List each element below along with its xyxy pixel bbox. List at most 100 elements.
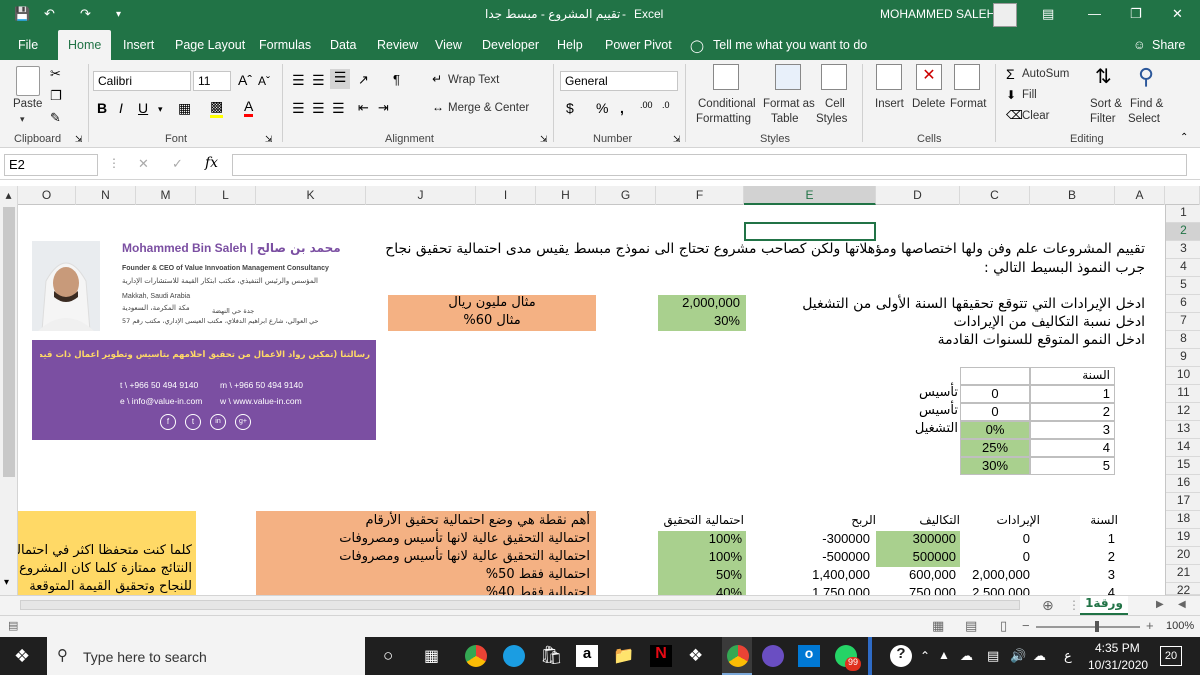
share-button[interactable]: Share [1152,38,1185,52]
clock-date[interactable]: 10/31/2020 [1088,658,1148,672]
borders-icon[interactable]: ▦ [178,100,191,117]
column-header[interactable]: H [536,186,596,205]
table-row-probability[interactable]: 100% [658,531,746,549]
rtl-icon[interactable]: ¶ [393,72,400,87]
select-all-corner[interactable] [1165,186,1200,205]
font-launcher-icon[interactable]: ⇲ [265,134,273,145]
google-plus-icon[interactable]: g+ [235,414,251,430]
row-header[interactable]: 7 [1166,313,1200,331]
table-row-probability[interactable]: 50% [658,567,746,585]
row-header[interactable]: 18 [1166,511,1200,529]
volume-icon[interactable]: 🔊 [1010,648,1026,664]
column-header[interactable]: C [960,186,1030,205]
row-header[interactable]: 21 [1166,565,1200,583]
row-header[interactable]: 6 [1166,295,1200,313]
paste-button[interactable]: Paste [13,98,42,110]
save-icon[interactable]: 💾 [14,6,30,22]
row-header[interactable]: 13 [1166,421,1200,439]
autosum-button[interactable]: AutoSum [1022,68,1069,80]
zoom-out-icon[interactable]: − [1022,618,1030,633]
growth-value[interactable]: 0 [960,403,1030,421]
tab-formulas[interactable]: Formulas [259,38,311,52]
avatar[interactable] [993,3,1017,27]
column-header[interactable]: N [76,186,136,205]
column-header[interactable]: D [876,186,960,205]
row-header[interactable]: 14 [1166,439,1200,457]
row-header[interactable]: 5 [1166,277,1200,295]
cut-icon[interactable]: ✂ [50,66,61,82]
row-header[interactable]: 20 [1166,547,1200,565]
sheet-tab-active[interactable]: ورقة1 [1080,596,1128,615]
copy-icon[interactable]: ❐ [50,88,62,104]
merge-center-button[interactable]: Merge & Center [448,102,529,114]
decrease-decimal-icon[interactable]: .0 [662,100,670,110]
twitter-icon[interactable]: t [185,414,201,430]
conditional-formatting-button[interactable]: Conditional [698,98,756,110]
font-name-select[interactable]: Calibri [93,71,191,91]
column-header[interactable]: F [656,186,744,205]
comma-icon[interactable]: , [620,100,624,116]
growth-value[interactable]: 25% [960,439,1030,457]
column-header[interactable]: B [1030,186,1115,205]
row-header[interactable]: 10 [1166,367,1200,385]
scrollbar-thumb[interactable] [3,207,15,477]
tab-view[interactable]: View [435,38,462,52]
column-header[interactable]: M [136,186,196,205]
underline-dropdown-icon[interactable]: ▾ [158,104,163,115]
scroll-down-icon[interactable]: ▾ [4,577,9,588]
row-header[interactable]: 19 [1166,529,1200,547]
row-header[interactable]: 8 [1166,331,1200,349]
cloud-icon[interactable]: ☁ [1033,648,1046,664]
column-header[interactable]: J [366,186,476,205]
dialog-launcher-icon[interactable]: ⇲ [75,134,83,145]
row-header[interactable]: 16 [1166,475,1200,493]
format-cells-button[interactable]: Format [950,98,986,110]
zoom-slider-thumb[interactable] [1095,621,1099,632]
font-color-icon[interactable]: A [244,98,254,117]
taskbar-search-box[interactable]: ⚲ Type here to search [47,637,365,675]
alignment-launcher-icon[interactable]: ⇲ [540,134,548,145]
file-explorer-icon[interactable]: 📁 [613,646,634,666]
minimize-icon[interactable]: — [1088,6,1101,21]
undo-icon[interactable]: ↶ [44,6,55,22]
row-header[interactable]: 17 [1166,493,1200,511]
network-icon[interactable]: ▤ [987,648,999,664]
growth-value[interactable]: 0% [960,421,1030,439]
find-select-button[interactable]: Find & [1130,98,1163,110]
cortana-icon[interactable]: ○ [383,646,393,666]
language-indicator[interactable]: ع [1064,648,1072,664]
number-launcher-icon[interactable]: ⇲ [673,134,681,145]
table-row-probability[interactable]: 100% [658,549,746,567]
outlook-icon[interactable]: o [798,645,820,667]
tray-app-icon[interactable]: ▲ [938,648,950,662]
enter-icon[interactable]: ✓ [172,156,183,172]
new-sheet-icon[interactable]: ⊕ [1042,597,1054,614]
edge-icon[interactable] [503,645,525,667]
fill-color-icon[interactable]: ▩ [210,98,224,118]
orientation-icon[interactable]: ↗ [358,72,369,88]
chrome-icon[interactable] [465,645,487,667]
italic-icon[interactable]: I [119,100,123,116]
column-header[interactable]: L [196,186,256,205]
decrease-indent-icon[interactable]: ⇤ [358,100,369,116]
help-icon[interactable]: ? [890,645,912,667]
next-sheet-icon[interactable]: ▶ [1156,599,1164,610]
increase-indent-icon[interactable]: ⇥ [378,100,389,116]
amazon-icon[interactable]: a [576,645,598,667]
tab-insert[interactable]: Insert [123,38,154,52]
tab-page-layout[interactable]: Page Layout [175,38,245,52]
user-name[interactable]: MOHAMMED SALEH [880,7,995,21]
cell-styles-button[interactable]: Cell [825,98,845,110]
page-layout-view-icon[interactable]: ▤ [965,618,977,634]
row-header[interactable]: 11 [1166,385,1200,403]
column-header[interactable]: A [1115,186,1165,205]
zoom-in-icon[interactable]: + [1146,618,1154,633]
cost-input[interactable]: 30% [658,313,746,331]
cancel-icon[interactable]: ✕ [138,156,149,172]
column-header[interactable]: K [256,186,366,205]
redo-icon[interactable]: ↷ [80,6,91,22]
bold-icon[interactable]: B [97,100,107,116]
ribbon-display-icon[interactable]: ▤ [1042,6,1054,22]
windows-start-icon[interactable]: ❖ [14,646,30,667]
row-header[interactable]: 9 [1166,349,1200,367]
